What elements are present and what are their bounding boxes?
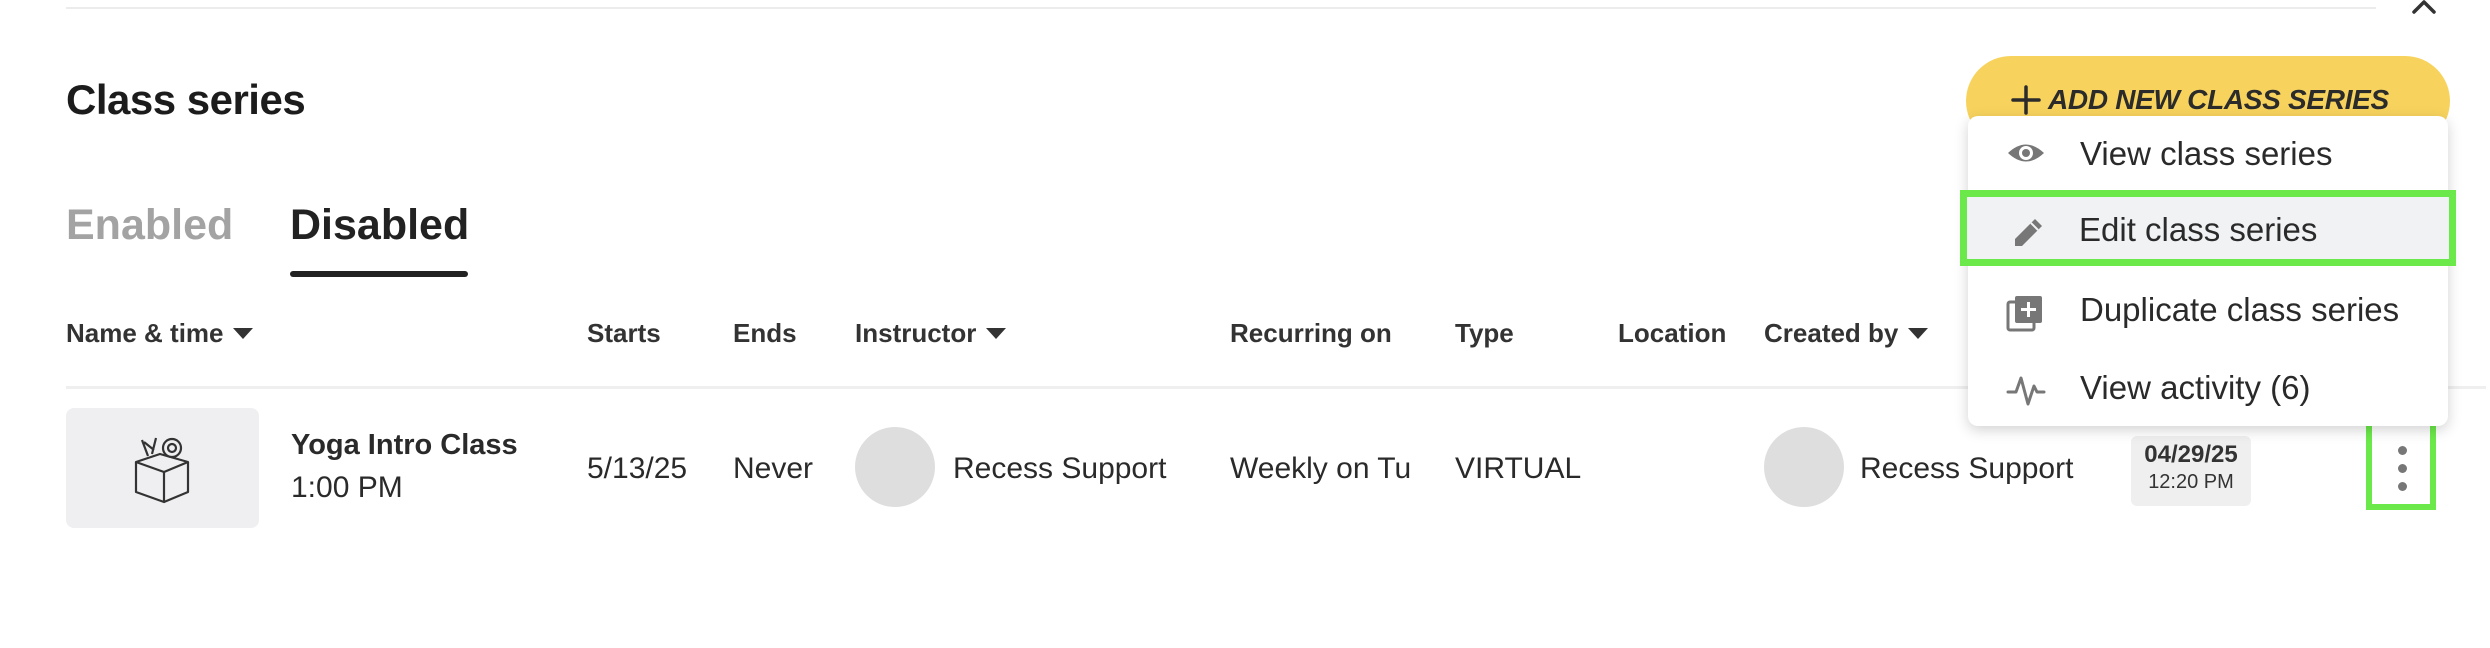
page-title: Class series [66,76,306,123]
chevron-up-icon[interactable] [2404,0,2444,28]
class-name[interactable]: Yoga Intro Class [291,429,518,462]
column-header-starts: Starts [587,318,661,348]
menu-item-view-class-series[interactable]: View class series [1968,116,2448,192]
row-actions-menu: View class series Edit class series Dupl… [1960,116,2456,426]
class-time: 1:00 PM [291,471,403,504]
row-actions-kebab-button[interactable] [2366,420,2436,510]
activity-icon [2006,376,2046,406]
menu-item-edit-class-series[interactable]: Edit class series [1960,190,2456,266]
ends-value: Never [733,452,814,485]
tab-enabled[interactable]: Enabled [66,201,233,250]
kebab-dot [2398,464,2407,473]
created-date: 04/29/25 [2144,441,2238,468]
sort-caret-down-icon[interactable] [986,328,1006,339]
active-tab-indicator [290,271,468,277]
menu-item-label: View class series [2080,135,2333,172]
eye-icon [2008,144,2044,162]
avatar [855,427,935,507]
menu-item-duplicate-class-series[interactable]: Duplicate class series [1968,272,2448,348]
plus-icon [2011,85,2041,115]
instructor-name: Recess Support [953,452,1167,485]
duplicate-icon [2006,296,2042,332]
column-header-location: Location [1618,318,1727,348]
tab-disabled[interactable]: Disabled [290,201,469,250]
sort-caret-down-icon[interactable] [233,328,253,339]
menu-item-label: View activity (6) [2080,369,2311,406]
sort-caret-down-icon[interactable] [1908,328,1928,339]
kebab-dot [2398,446,2407,455]
column-header-ends: Ends [733,318,797,348]
add-new-class-series-label: ADD NEW CLASS SERIES [2048,84,2389,115]
pencil-icon [2015,219,2042,246]
created-date-badge: 04/29/25 12:20 PM [2131,436,2251,506]
avatar [1764,427,1844,507]
created-time: 12:20 PM [2148,471,2234,493]
starts-value: 5/13/25 [587,452,688,485]
menu-item-label: Edit class series [2079,211,2318,248]
column-header-instructor[interactable]: Instructor [855,318,976,349]
menu-item-label: Duplicate class series [2080,291,2400,328]
kebab-dot [2398,482,2407,491]
gift-box-icon [134,437,190,504]
recurring-value: Weekly on Tu [1230,452,1412,485]
created-by-name: Recess Support [1860,452,2074,485]
type-value: VIRTUAL [1455,452,1582,485]
column-header-type: Type [1455,318,1514,348]
menu-item-view-activity[interactable]: View activity (6) [1968,350,2448,426]
column-header-created-by[interactable]: Created by [1764,318,1898,349]
class-thumbnail [66,408,259,528]
column-header-name-time[interactable]: Name & time [66,318,224,349]
top-divider [66,7,2376,9]
column-header-recurring-on: Recurring on [1230,318,1392,348]
